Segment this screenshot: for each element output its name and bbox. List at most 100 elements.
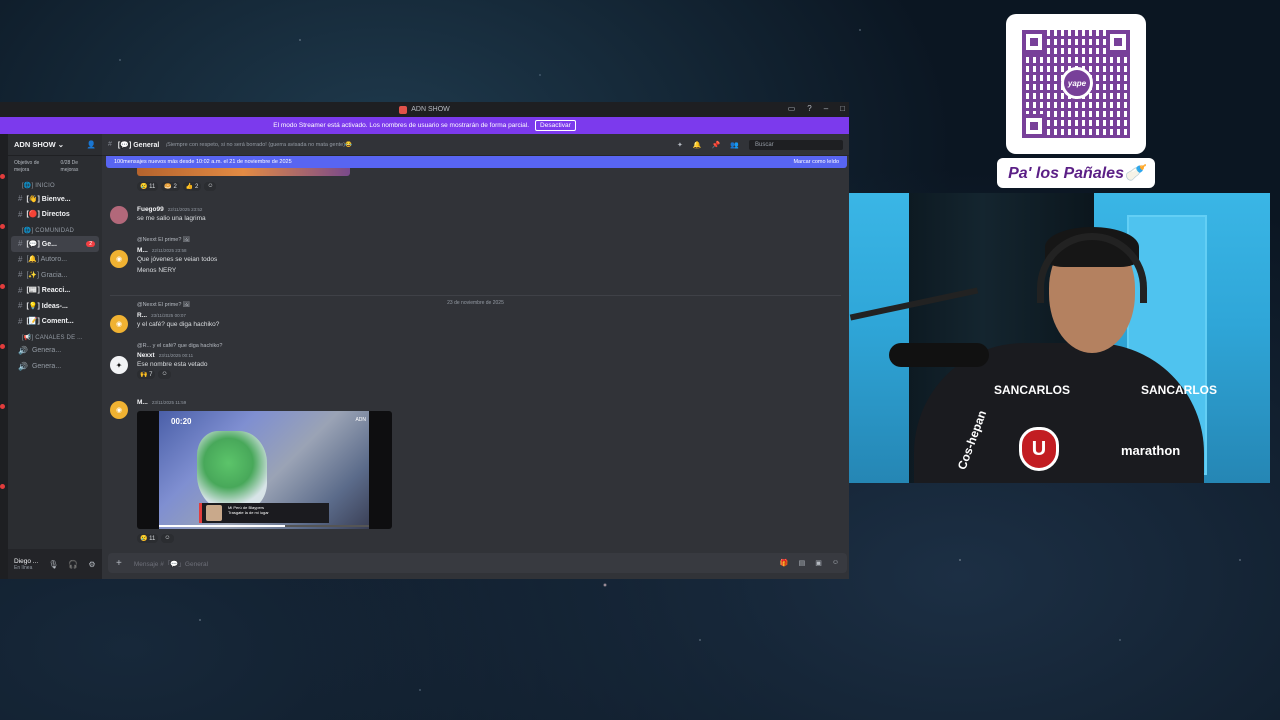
gift-icon[interactable]: 🎁 [780, 559, 789, 567]
channel-label: [🔴] Directos [26, 211, 70, 219]
reply-preview: @Nexxt El prime? 🖼 [137, 237, 190, 243]
reply-preview: @Nexxt El prime? 🖼 [137, 302, 190, 308]
date-divider: 23 de noviembre de 2025 [110, 295, 841, 314]
server-notification-dot[interactable] [0, 284, 5, 289]
qr-finder [1022, 114, 1046, 138]
reaction[interactable]: 😢 11 [137, 182, 159, 191]
add-reaction-icon[interactable]: ☺ [158, 370, 171, 379]
message-timestamp: 23/11/2025 11:59 [151, 400, 187, 405]
server-notification-dot[interactable] [0, 224, 5, 229]
video-attachment[interactable]: 00:20 ADN Mi Perú de Blaypers Trasgate l… [137, 411, 392, 529]
date-divider-text: 23 de noviembre de 2025 [442, 300, 509, 306]
sticker-icon[interactable]: ▣ [815, 559, 822, 567]
channel-gracias[interactable]: # [✨] Gracia... [8, 267, 102, 283]
message-reply[interactable]: @R... y el café? que diga hachiko? [137, 342, 222, 349]
discord-avatar-icon[interactable]: ◉ [110, 315, 128, 333]
maximize-icon[interactable]: □ [840, 104, 845, 113]
speaker-icon: 🔊 [18, 361, 28, 371]
mark-read-button[interactable]: Marcar como leído [793, 159, 839, 165]
emoji-icon[interactable]: ☺ [832, 559, 839, 567]
add-member-icon[interactable]: 👤 [87, 140, 96, 149]
video-popup: Mi Perú de Blaypers Trasgate la de mi lu… [199, 503, 329, 523]
gear-icon[interactable]: ⚙ [88, 560, 95, 569]
message-list: 😢 11 🥯 2 👍 2 ☺ Fuego99 22/11/2025 23:52 s… [102, 168, 849, 558]
unread-badge: 2 [86, 240, 95, 247]
disable-streamer-button[interactable]: Desactivar [535, 120, 576, 131]
headphones-icon[interactable]: 🎧 [68, 560, 78, 569]
channel-autoroles[interactable]: # [🔔] Autoro... [8, 252, 102, 268]
message-author[interactable]: Nexxt [137, 352, 155, 359]
discord-avatar-icon[interactable]: ◉ [110, 250, 128, 268]
message-reply[interactable]: @Nexxt El prime? 🖼 [137, 301, 190, 308]
channel-bienvenida[interactable]: # [👋] Bienve... [8, 191, 102, 207]
channel-general[interactable]: # [💬] Ge... 2 [11, 236, 99, 252]
message-author[interactable]: M... [137, 399, 148, 406]
add-reaction-icon[interactable]: ☺ [161, 534, 174, 543]
pin-icon[interactable]: 📌 [712, 141, 721, 149]
avatar[interactable]: ✦ [110, 356, 128, 374]
message-reply[interactable]: @Nexxt El prime? 🖼 [137, 236, 190, 243]
chevron-down-icon: ⌄ [57, 140, 65, 149]
threads-icon[interactable]: ✦ [677, 141, 683, 149]
video-progress-bar[interactable] [159, 525, 369, 527]
user-info[interactable]: Diego ... En línea [14, 558, 38, 571]
server-notification-dot[interactable] [0, 174, 5, 179]
category-canales-de-voz[interactable]: [📢] CANALES DE ... [8, 329, 102, 343]
reaction[interactable]: 😢 11 [137, 534, 159, 543]
message-content: R... 23/11/2025 00:07 y el café? que diga… [137, 312, 219, 330]
discord-avatar-icon[interactable]: ◉ [110, 401, 128, 419]
streamer-notice: El modo Streamer está activado. Los nomb… [273, 122, 530, 129]
channel-topic[interactable]: ¡Siempre con respeto, si no será borrado… [165, 142, 352, 148]
message-timestamp: 23/11/2025 00:11 [158, 353, 194, 358]
bell-icon[interactable]: 🔔 [693, 141, 702, 149]
jersey-sponsor-right: SANCARLOS [1141, 383, 1218, 397]
hash-icon: # [18, 194, 23, 204]
message-author[interactable]: Fuego99 [137, 206, 164, 213]
hash-icon: # [18, 209, 23, 219]
message-composer[interactable]: + Mensaje #「💬」General 🎁 ▤ ▣ ☺ [108, 553, 847, 573]
message-author[interactable]: R... [137, 312, 147, 319]
server-notification-dot[interactable] [0, 484, 5, 489]
reaction[interactable]: 🙌 7 [137, 370, 156, 379]
chat-area: # [💬] General ¡Siempre con respeto, si n… [102, 134, 849, 579]
plus-icon[interactable]: + [116, 558, 122, 569]
microphone-icon[interactable]: 🎙 [48, 560, 58, 569]
boost-goal[interactable]: Objetivo de mejora 0/28 De mejoras [8, 156, 102, 177]
boost-label: Objetivo de mejora [14, 160, 40, 173]
composer-placeholder[interactable]: Mensaje #「💬」General [134, 558, 208, 568]
channel-reacciones[interactable]: # [📰] Reacci... [8, 283, 102, 299]
image-attachment[interactable] [137, 168, 350, 176]
reaction[interactable]: 🥯 2 [161, 182, 180, 191]
webcam-feed: SANCARLOS SANCARLOS marathon Cos-hepan U [849, 193, 1270, 483]
streamer-mode-banner: El modo Streamer está activado. Los nomb… [0, 117, 849, 134]
help-icon[interactable]: ? [807, 104, 811, 113]
search-input[interactable]: Buscar [749, 139, 843, 150]
server-notification-dot[interactable] [0, 404, 5, 409]
add-reaction-icon[interactable]: ☺ [204, 182, 217, 191]
members-icon[interactable]: 👥 [730, 141, 739, 149]
channel-ideas[interactable]: # [💡] Ideas-... [8, 298, 102, 314]
window-titlebar: ADN SHOW ▭ ? – □ [0, 102, 849, 117]
channel-directos[interactable]: # [🔴] Directos [8, 207, 102, 223]
voice-channel-general-1[interactable]: 🔊 Genera... [8, 343, 102, 359]
channel-label: [📝] Coment... [26, 318, 74, 326]
server-header[interactable]: ADN SHOW ⌄ 👤 [8, 134, 102, 156]
channel-comentarios[interactable]: # [📝] Coment... [8, 314, 102, 330]
reply-preview: @R... y el café? que diga hachiko? [137, 343, 223, 349]
message-text: se me salio una lagrima [137, 215, 206, 222]
server-notification-dot[interactable] [0, 344, 5, 349]
voice-channel-general-2[interactable]: 🔊 Genera... [8, 359, 102, 375]
avatar[interactable] [110, 206, 128, 224]
yape-qr-card: yape [1006, 14, 1146, 154]
category-comunidad[interactable]: [🌐] COMUNIDAD [8, 222, 102, 236]
message-author[interactable]: M... [137, 247, 148, 254]
boost-progress: 0/28 De mejoras [60, 160, 79, 173]
message-content: M... 23/11/2025 11:59 [137, 399, 186, 406]
category-inicio[interactable]: [🌐] INICIO [8, 177, 102, 191]
popup-thumbnail [206, 505, 222, 521]
new-messages-bar[interactable]: 100mensajes nuevos más desde 10:02 a.m. … [106, 156, 847, 168]
gif-icon[interactable]: ▤ [799, 559, 806, 567]
reaction[interactable]: 👍 2 [182, 182, 202, 191]
inbox-icon[interactable]: ▭ [788, 104, 796, 113]
minimize-icon[interactable]: – [824, 104, 828, 113]
